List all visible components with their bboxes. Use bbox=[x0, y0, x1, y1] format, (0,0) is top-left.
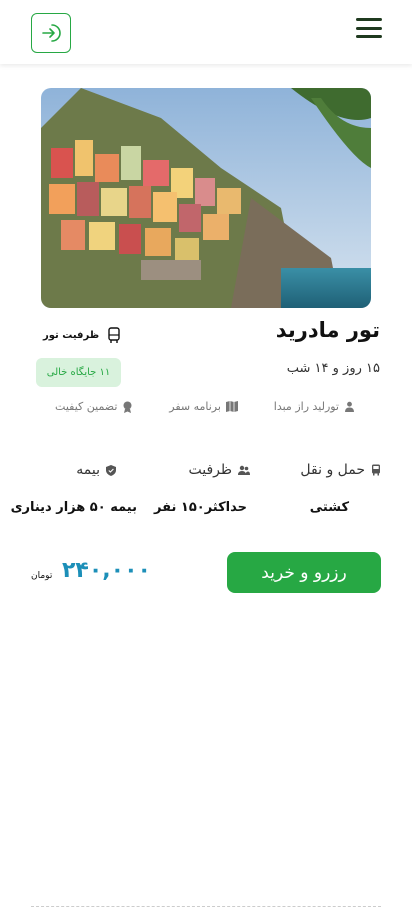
capacity-badge: ۱۱ جایگاه خالی bbox=[36, 358, 121, 387]
spec-transport-label: حمل و نقل bbox=[300, 462, 365, 478]
tour-duration: ۱۵ روز و ۱۴ شب bbox=[286, 361, 380, 376]
spec-transport-value: کشتی bbox=[309, 500, 349, 515]
feature-tour-leader: تورلید راز مبدا bbox=[274, 400, 355, 413]
bus-icon bbox=[108, 327, 120, 343]
users-icon bbox=[238, 465, 250, 475]
feature-label: تورلید راز مبدا bbox=[273, 400, 339, 413]
login-arrow-icon bbox=[42, 24, 61, 42]
app-header bbox=[0, 0, 412, 64]
feature-list: تورلید راز مبدا برنامه سفر تضمین کیفیت bbox=[55, 400, 355, 413]
feature-quality: تضمین کیفیت bbox=[55, 400, 133, 413]
tour-image bbox=[41, 88, 371, 308]
spec-capacity-title: ظرفیت bbox=[188, 462, 250, 478]
quality-badge-icon bbox=[123, 401, 132, 413]
tour-title: تور مادرید bbox=[275, 318, 380, 342]
spec-insurance-label: بیمه bbox=[76, 462, 100, 478]
hamburger-menu-icon[interactable] bbox=[356, 16, 382, 40]
person-icon bbox=[345, 401, 354, 412]
spec-transport-title: حمل و نقل bbox=[300, 462, 381, 478]
feature-itinerary: برنامه سفر bbox=[169, 400, 238, 413]
feature-label: تضمین کیفیت bbox=[55, 400, 118, 413]
spec-insurance-value: بیمه ۵۰ هزار دیناری bbox=[10, 500, 137, 515]
login-button[interactable] bbox=[31, 13, 71, 53]
spec-capacity-value: حداکثر۱۵۰ نفر bbox=[154, 500, 247, 515]
bus-icon bbox=[372, 464, 380, 476]
tour-capacity: ظرفیت تور bbox=[43, 327, 121, 344]
feature-label: برنامه سفر bbox=[169, 400, 221, 413]
price-value: ۲۴۰,۰۰۰ bbox=[62, 558, 151, 583]
spec-capacity-label: ظرفیت bbox=[188, 462, 232, 478]
reserve-buy-button[interactable]: رزرو و خرید bbox=[227, 552, 381, 593]
capacity-label: ظرفیت تور bbox=[43, 330, 100, 341]
footer-divider bbox=[31, 906, 381, 907]
shield-icon bbox=[106, 464, 116, 476]
price-currency: تومان bbox=[31, 571, 53, 581]
spec-insurance-title: بیمه bbox=[76, 462, 116, 478]
map-icon bbox=[225, 401, 238, 412]
